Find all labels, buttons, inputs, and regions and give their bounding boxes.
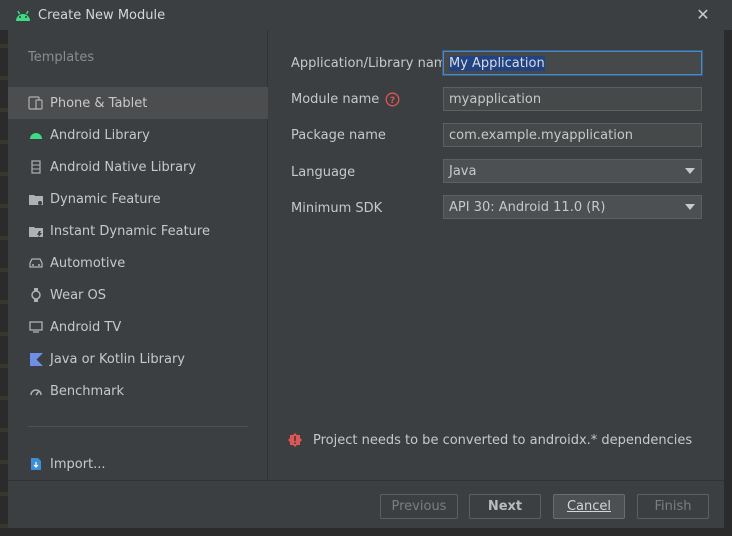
native-library-icon	[28, 159, 44, 175]
title-bar: Create New Module ✕	[0, 0, 732, 30]
android-logo-icon	[14, 6, 32, 24]
android-icon	[28, 127, 44, 143]
module-name-label: Module name	[291, 91, 380, 107]
androidx-warning: Project needs to be converted to android…	[287, 432, 692, 448]
templates-header: Templates	[28, 50, 95, 65]
language-label: Language	[291, 164, 356, 180]
gauge-icon	[28, 383, 44, 399]
chevron-down-icon	[685, 204, 695, 210]
svg-text:?: ?	[390, 96, 395, 106]
template-label: Instant Dynamic Feature	[50, 223, 210, 239]
help-icon[interactable]: ?	[385, 92, 400, 107]
module-name-row: Module name ?	[291, 87, 400, 111]
warning-text: Project needs to be converted to android…	[313, 432, 693, 448]
min-sdk-dropdown[interactable]: API 30: Android 11.0 (R)	[443, 195, 702, 219]
create-module-dialog: Create New Module ✕ Templates Phone & Ta…	[0, 0, 732, 536]
bottom-strip	[0, 528, 732, 536]
template-label: Benchmark	[50, 383, 125, 399]
cancel-button[interactable]: Cancel	[553, 494, 625, 519]
language-row: Language	[291, 160, 355, 184]
template-label: Dynamic Feature	[50, 191, 161, 207]
package-name-row: Package name	[291, 123, 386, 147]
template-java-kotlin-library[interactable]: Java or Kotlin Library	[8, 343, 268, 375]
template-dynamic-feature[interactable]: Dynamic Feature	[8, 183, 268, 215]
next-button[interactable]: Next	[469, 494, 541, 519]
car-icon	[28, 255, 44, 271]
close-icon[interactable]: ✕	[694, 6, 712, 24]
package-name-label: Package name	[291, 127, 386, 143]
template-label: Android Native Library	[50, 159, 197, 175]
template-wear-os[interactable]: Wear OS	[8, 279, 268, 311]
dialog-body: Templates Phone & Tablet Android Library	[8, 30, 724, 480]
module-config-panel: Application/Library name My Application …	[269, 30, 724, 480]
import-file-icon	[28, 456, 44, 472]
template-label: Automotive	[50, 255, 126, 271]
app-name-value: My Application	[449, 55, 545, 71]
template-instant-dynamic-feature[interactable]: Instant Dynamic Feature	[8, 215, 268, 247]
templates-panel: Templates Phone & Tablet Android Library	[8, 30, 268, 480]
module-name-field[interactable]	[443, 87, 702, 111]
template-label: Android TV	[50, 319, 122, 335]
template-label: Phone & Tablet	[50, 95, 148, 111]
dynamic-feature-icon	[28, 191, 44, 207]
import-button[interactable]: Import...	[28, 454, 106, 474]
chevron-down-icon	[685, 168, 695, 174]
template-android-library[interactable]: Android Library	[8, 119, 268, 151]
app-name-field[interactable]: My Application	[443, 51, 702, 75]
dialog-title: Create New Module	[38, 7, 166, 23]
finish-button[interactable]: Finish	[637, 494, 709, 519]
template-android-tv[interactable]: Android TV	[8, 311, 268, 343]
error-icon	[287, 432, 303, 448]
instant-dynamic-feature-icon	[28, 223, 44, 239]
tv-icon	[28, 319, 44, 335]
phone-tablet-icon	[28, 95, 44, 111]
package-name-field[interactable]	[443, 123, 702, 147]
kotlin-icon	[28, 351, 44, 367]
min-sdk-label: Minimum SDK	[291, 200, 383, 216]
template-benchmark[interactable]: Benchmark	[8, 375, 268, 407]
app-name-row: Application/Library name	[291, 51, 454, 75]
language-value: Java	[449, 163, 477, 179]
templates-divider	[28, 426, 248, 427]
templates-list: Phone & Tablet Android Library Android N…	[8, 87, 268, 407]
min-sdk-row: Minimum SDK	[291, 196, 382, 220]
template-android-native-library[interactable]: Android Native Library	[8, 151, 268, 183]
template-phone-tablet[interactable]: Phone & Tablet	[8, 87, 268, 119]
import-label: Import...	[50, 456, 106, 472]
watch-icon	[28, 287, 44, 303]
previous-button[interactable]: Previous	[380, 494, 458, 519]
template-label: Android Library	[50, 127, 150, 143]
template-automotive[interactable]: Automotive	[8, 247, 268, 279]
dialog-footer: Previous Next Cancel Finish	[8, 480, 724, 528]
min-sdk-value: API 30: Android 11.0 (R)	[449, 199, 606, 215]
template-label: Java or Kotlin Library	[50, 351, 186, 367]
app-name-label: Application/Library name	[291, 55, 455, 71]
template-label: Wear OS	[50, 287, 107, 303]
language-dropdown[interactable]: Java	[443, 159, 702, 183]
